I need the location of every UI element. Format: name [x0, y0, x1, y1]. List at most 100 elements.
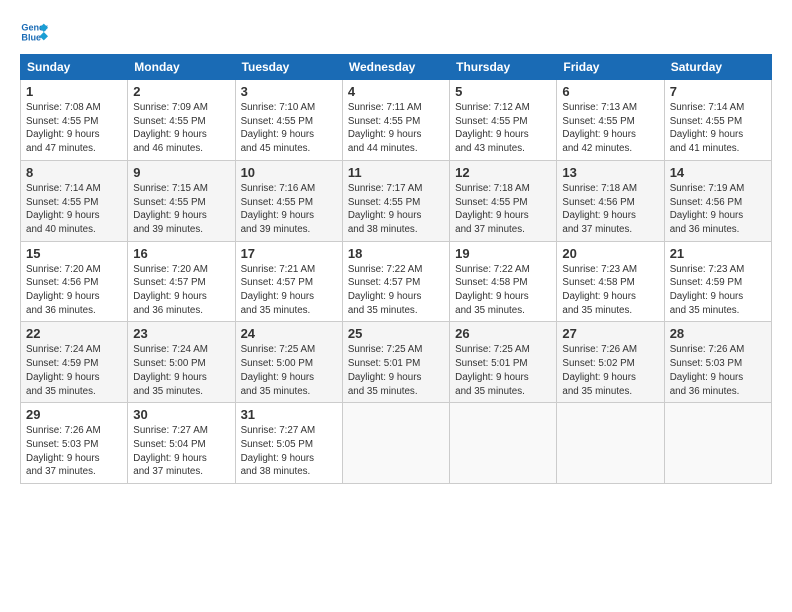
day-number: 16	[133, 246, 229, 261]
day-number: 5	[455, 84, 551, 99]
day-number: 6	[562, 84, 658, 99]
day-cell: 15 Sunrise: 7:20 AMSunset: 4:56 PMDayligh…	[21, 241, 128, 322]
day-cell: 29 Sunrise: 7:26 AMSunset: 5:03 PMDayligh…	[21, 403, 128, 484]
day-cell: 2 Sunrise: 7:09 AMSunset: 4:55 PMDaylight…	[128, 80, 235, 161]
day-info: Sunrise: 7:18 AMSunset: 4:55 PMDaylight:…	[455, 183, 530, 235]
day-cell: 14Sunrise: 7:19 AMSunset: 4:56 PMDayligh…	[664, 160, 771, 241]
day-info: Sunrise: 7:20 AMSunset: 4:57 PMDaylight:…	[133, 264, 208, 316]
day-number: 18	[348, 246, 444, 261]
week-row-4: 22 Sunrise: 7:24 AMSunset: 4:59 PMDayligh…	[21, 322, 772, 403]
day-cell	[664, 403, 771, 484]
header-friday: Friday	[557, 55, 664, 80]
day-cell: 30Sunrise: 7:27 AMSunset: 5:04 PMDayligh…	[128, 403, 235, 484]
day-number: 25	[348, 326, 444, 341]
day-cell: 4 Sunrise: 7:11 AMSunset: 4:55 PMDaylight…	[342, 80, 449, 161]
day-number: 27	[562, 326, 658, 341]
day-info: Sunrise: 7:27 AMSunset: 5:05 PMDaylight:…	[241, 425, 316, 477]
day-cell: 5Sunrise: 7:12 AMSunset: 4:55 PMDaylight…	[450, 80, 557, 161]
calendar-body: 1 Sunrise: 7:08 AMSunset: 4:55 PMDaylight…	[21, 80, 772, 484]
day-cell: 12 Sunrise: 7:18 AMSunset: 4:55 PMDayligh…	[450, 160, 557, 241]
day-number: 22	[26, 326, 122, 341]
day-info: Sunrise: 7:10 AMSunset: 4:55 PMDaylight:…	[241, 102, 316, 154]
day-cell: 25Sunrise: 7:25 AMSunset: 5:01 PMDayligh…	[342, 322, 449, 403]
day-cell: 11 Sunrise: 7:17 AMSunset: 4:55 PMDayligh…	[342, 160, 449, 241]
day-number: 23	[133, 326, 229, 341]
day-cell: 27Sunrise: 7:26 AMSunset: 5:02 PMDayligh…	[557, 322, 664, 403]
day-info: Sunrise: 7:22 AMSunset: 4:57 PMDaylight:…	[348, 264, 423, 316]
day-info: Sunrise: 7:24 AMSunset: 4:59 PMDaylight:…	[26, 344, 101, 396]
day-number: 2	[133, 84, 229, 99]
day-cell: 20 Sunrise: 7:23 AMSunset: 4:58 PMDayligh…	[557, 241, 664, 322]
day-number: 15	[26, 246, 122, 261]
header-saturday: Saturday	[664, 55, 771, 80]
day-info: Sunrise: 7:09 AMSunset: 4:55 PMDaylight:…	[133, 102, 208, 154]
day-cell: 6 Sunrise: 7:13 AMSunset: 4:55 PMDaylight…	[557, 80, 664, 161]
day-cell: 7 Sunrise: 7:14 AMSunset: 4:55 PMDaylight…	[664, 80, 771, 161]
day-cell: 3Sunrise: 7:10 AMSunset: 4:55 PMDaylight…	[235, 80, 342, 161]
day-info: Sunrise: 7:27 AMSunset: 5:04 PMDaylight:…	[133, 425, 208, 477]
day-info: Sunrise: 7:23 AMSunset: 4:59 PMDaylight:…	[670, 264, 745, 316]
day-cell: 24 Sunrise: 7:25 AMSunset: 5:00 PMDayligh…	[235, 322, 342, 403]
day-info: Sunrise: 7:16 AMSunset: 4:55 PMDaylight:…	[241, 183, 316, 235]
calendar-page: General Blue SundayMondayTuesdayWednesda…	[0, 0, 792, 612]
day-info: Sunrise: 7:18 AMSunset: 4:56 PMDaylight:…	[562, 183, 637, 235]
day-info: Sunrise: 7:22 AMSunset: 4:58 PMDaylight:…	[455, 264, 530, 316]
day-info: Sunrise: 7:08 AMSunset: 4:55 PMDaylight:…	[26, 102, 101, 154]
day-info: Sunrise: 7:26 AMSunset: 5:03 PMDaylight:…	[26, 425, 101, 477]
day-number: 12	[455, 165, 551, 180]
week-row-3: 15 Sunrise: 7:20 AMSunset: 4:56 PMDayligh…	[21, 241, 772, 322]
day-number: 21	[670, 246, 766, 261]
calendar-table: SundayMondayTuesdayWednesdayThursdayFrid…	[20, 54, 772, 484]
day-cell: 28 Sunrise: 7:26 AMSunset: 5:03 PMDayligh…	[664, 322, 771, 403]
day-number: 4	[348, 84, 444, 99]
day-cell: 21 Sunrise: 7:23 AMSunset: 4:59 PMDayligh…	[664, 241, 771, 322]
day-cell: 16 Sunrise: 7:20 AMSunset: 4:57 PMDayligh…	[128, 241, 235, 322]
day-info: Sunrise: 7:11 AMSunset: 4:55 PMDaylight:…	[348, 102, 422, 154]
day-number: 31	[241, 407, 337, 422]
day-info: Sunrise: 7:23 AMSunset: 4:58 PMDaylight:…	[562, 264, 637, 316]
logo-icon: General Blue	[20, 18, 48, 46]
day-info: Sunrise: 7:24 AMSunset: 5:00 PMDaylight:…	[133, 344, 208, 396]
day-number: 9	[133, 165, 229, 180]
day-cell	[450, 403, 557, 484]
day-cell: 19 Sunrise: 7:22 AMSunset: 4:58 PMDayligh…	[450, 241, 557, 322]
day-info: Sunrise: 7:14 AMSunset: 4:55 PMDaylight:…	[26, 183, 101, 235]
day-info: Sunrise: 7:15 AMSunset: 4:55 PMDaylight:…	[133, 183, 208, 235]
day-number: 20	[562, 246, 658, 261]
day-info: Sunrise: 7:25 AMSunset: 5:01 PMDaylight:…	[455, 344, 530, 396]
header-row: SundayMondayTuesdayWednesdayThursdayFrid…	[21, 55, 772, 80]
day-info: Sunrise: 7:21 AMSunset: 4:57 PMDaylight:…	[241, 264, 316, 316]
week-row-2: 8 Sunrise: 7:14 AMSunset: 4:55 PMDaylight…	[21, 160, 772, 241]
day-info: Sunrise: 7:20 AMSunset: 4:56 PMDaylight:…	[26, 264, 101, 316]
day-cell: 31 Sunrise: 7:27 AMSunset: 5:05 PMDayligh…	[235, 403, 342, 484]
week-row-5: 29 Sunrise: 7:26 AMSunset: 5:03 PMDayligh…	[21, 403, 772, 484]
day-number: 26	[455, 326, 551, 341]
day-info: Sunrise: 7:14 AMSunset: 4:55 PMDaylight:…	[670, 102, 745, 154]
header-thursday: Thursday	[450, 55, 557, 80]
day-cell: 23 Sunrise: 7:24 AMSunset: 5:00 PMDayligh…	[128, 322, 235, 403]
day-number: 11	[348, 165, 444, 180]
day-number: 19	[455, 246, 551, 261]
day-info: Sunrise: 7:17 AMSunset: 4:55 PMDaylight:…	[348, 183, 423, 235]
day-cell: 26 Sunrise: 7:25 AMSunset: 5:01 PMDayligh…	[450, 322, 557, 403]
day-cell: 22 Sunrise: 7:24 AMSunset: 4:59 PMDayligh…	[21, 322, 128, 403]
header-sunday: Sunday	[21, 55, 128, 80]
day-number: 7	[670, 84, 766, 99]
day-number: 28	[670, 326, 766, 341]
day-number: 29	[26, 407, 122, 422]
day-number: 8	[26, 165, 122, 180]
day-info: Sunrise: 7:13 AMSunset: 4:55 PMDaylight:…	[562, 102, 637, 154]
day-number: 10	[241, 165, 337, 180]
day-cell: 1 Sunrise: 7:08 AMSunset: 4:55 PMDaylight…	[21, 80, 128, 161]
day-cell: 18 Sunrise: 7:22 AMSunset: 4:57 PMDayligh…	[342, 241, 449, 322]
day-info: Sunrise: 7:26 AMSunset: 5:03 PMDaylight:…	[670, 344, 745, 396]
day-number: 24	[241, 326, 337, 341]
day-info: Sunrise: 7:25 AMSunset: 5:00 PMDaylight:…	[241, 344, 316, 396]
day-number: 1	[26, 84, 122, 99]
header-monday: Monday	[128, 55, 235, 80]
day-cell: 17Sunrise: 7:21 AMSunset: 4:57 PMDayligh…	[235, 241, 342, 322]
day-number: 13	[562, 165, 658, 180]
svg-text:Blue: Blue	[21, 32, 41, 42]
day-number: 14	[670, 165, 766, 180]
day-cell	[557, 403, 664, 484]
